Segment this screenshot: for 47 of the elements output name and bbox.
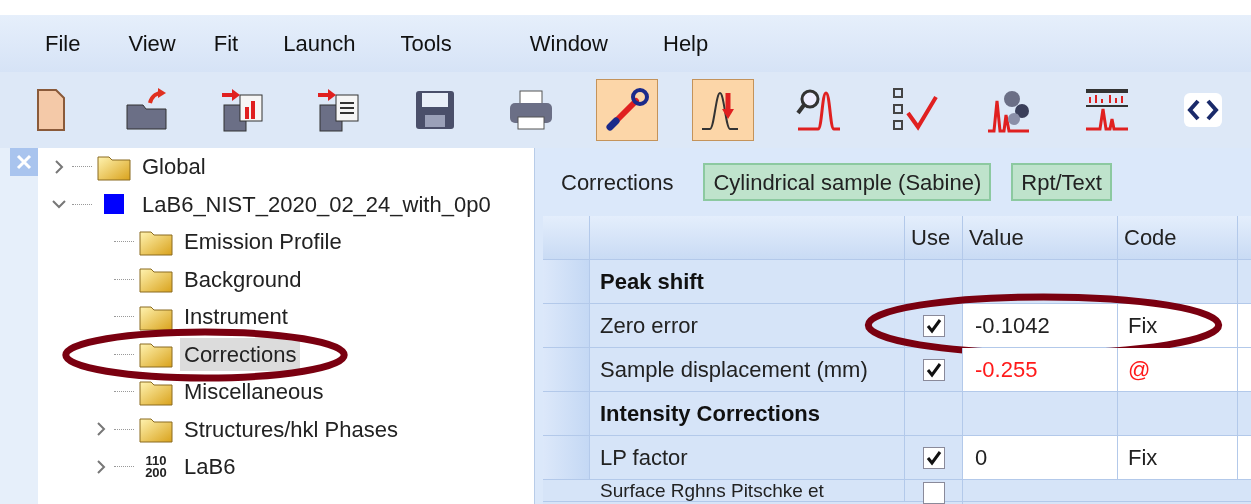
parameter-name: Sample displacement (mm): [600, 356, 868, 384]
tree-item[interactable]: Emission Profile: [180, 225, 346, 259]
menu-item[interactable]: File: [45, 27, 81, 60]
tree-item[interactable]: Instrument: [180, 300, 292, 334]
tree-item[interactable]: Miscellaneous: [180, 375, 328, 409]
value-cell[interactable]: -0.1042: [963, 304, 1118, 347]
column-header: Code: [1118, 216, 1238, 259]
toolbar-button[interactable]: [692, 79, 754, 141]
toolbar-button[interactable]: [596, 79, 658, 141]
parameter-name: Surface Rghns Pitschke et: [600, 480, 824, 502]
menu-item[interactable]: Fit: [213, 27, 239, 60]
checkbox[interactable]: [922, 482, 945, 504]
column-header: Use: [905, 216, 963, 259]
code-cell[interactable]: @: [1118, 348, 1238, 391]
tree-item[interactable]: Structures/hkl Phases: [180, 412, 402, 446]
panel-button[interactable]: Rpt/Text: [1011, 163, 1112, 201]
tree-item[interactable]: LaB6_NIST_2020_02_24_with_0p0: [138, 187, 495, 221]
folder-icon: [139, 415, 173, 444]
checkbox[interactable]: [922, 446, 945, 469]
panel-button[interactable]: Cylindrical sample (Sabine): [703, 163, 992, 201]
parameter-name: Zero error: [600, 312, 698, 340]
tree-item[interactable]: Background: [180, 262, 306, 296]
value-cell[interactable]: 0: [963, 436, 1118, 479]
menu-item[interactable]: Launch: [283, 27, 356, 60]
menu-item[interactable]: Help: [663, 27, 709, 60]
tree-item[interactable]: Corrections: [180, 337, 301, 371]
table-cell: [1238, 436, 1251, 479]
folder-icon: [139, 340, 173, 369]
panel-title: Corrections: [561, 168, 674, 197]
menu-item[interactable]: View: [128, 27, 176, 60]
section-heading: Intensity Corrections: [600, 400, 821, 428]
folder-icon: [139, 265, 173, 294]
code-cell[interactable]: Fix: [1118, 436, 1238, 479]
checkbox[interactable]: [922, 358, 945, 381]
parameter-name: LP factor: [600, 444, 688, 472]
menu-item[interactable]: Tools: [400, 27, 452, 60]
value-cell[interactable]: -0.255: [963, 348, 1118, 391]
dataset-square-icon: [104, 194, 124, 215]
menu-item[interactable]: Window: [529, 27, 608, 60]
hkl-icon: 110 200: [145, 454, 167, 479]
table-cell: [1238, 304, 1251, 347]
tree-item[interactable]: LaB6: [180, 450, 240, 484]
section-heading: Peak shift: [600, 268, 704, 296]
tree-item[interactable]: Global: [138, 150, 210, 184]
table-cell: [1238, 348, 1251, 391]
column-header: Value: [963, 216, 1118, 259]
checkbox[interactable]: [922, 314, 945, 337]
